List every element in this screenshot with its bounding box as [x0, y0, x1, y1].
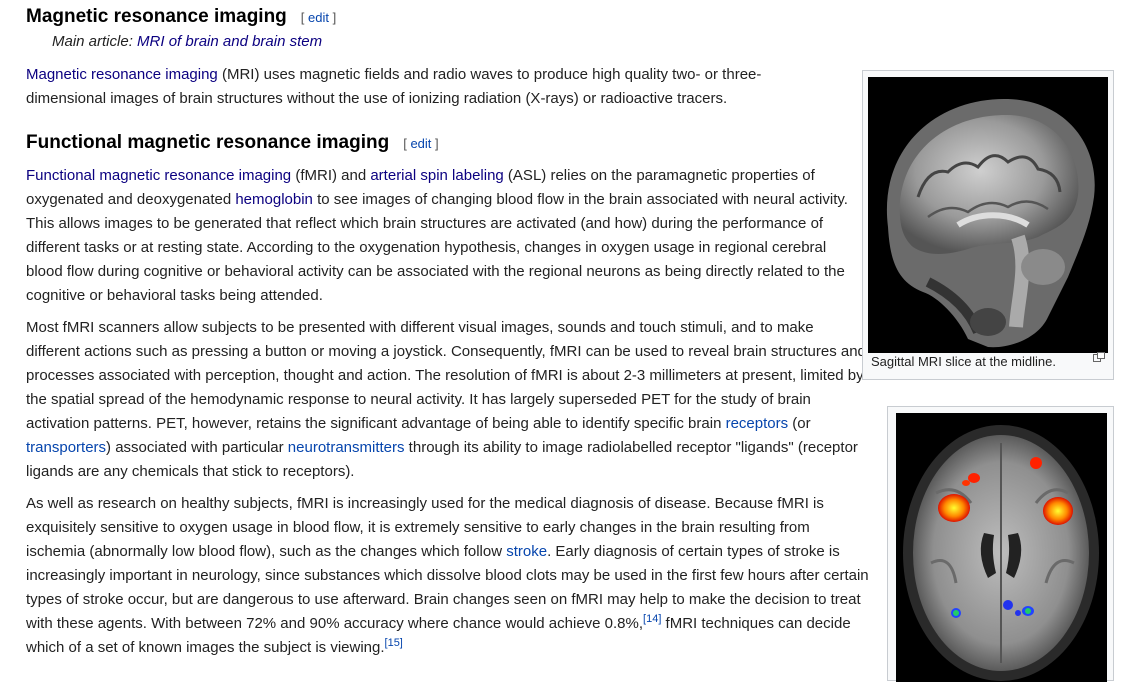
hatnote-link[interactable]: MRI of brain and brain stem [137, 33, 322, 50]
sagittal-mri-illustration [868, 77, 1108, 353]
fmri-paragraph-3: As well as research on healthy subjects,… [26, 495, 869, 656]
figure-caption: Sagittal MRI slice at the midline. [871, 354, 1056, 369]
hatnote: Main article: MRI of brain and brain ste… [52, 33, 323, 50]
section-heading-fmri: Functional magnetic resonance imaging [ e… [26, 131, 439, 156]
section-heading-mri: Magnetic resonance imaging [ edit ] [26, 5, 336, 30]
reference-14[interactable]: [14] [643, 613, 661, 625]
receptors-link[interactable]: receptors [726, 415, 789, 432]
fmri-link[interactable]: Functional magnetic resonance imaging [26, 167, 291, 184]
hemoglobin-link[interactable]: hemoglobin [235, 191, 313, 208]
mri-link[interactable]: Magnetic resonance imaging [26, 66, 218, 83]
edit-link[interactable]: edit [308, 10, 329, 25]
reference-15[interactable]: [15] [385, 637, 403, 649]
fmri-paragraph-1: Functional magnetic resonance imaging (f… [26, 167, 848, 304]
edit-section-link[interactable]: [ edit ] [301, 10, 336, 25]
heading-text: Magnetic resonance imaging [26, 6, 287, 27]
fmri-activation-image[interactable] [896, 413, 1107, 682]
stroke-link[interactable]: stroke [506, 543, 547, 560]
heading-text: Functional magnetic resonance imaging [26, 132, 390, 153]
fmri-axial-illustration [896, 413, 1107, 682]
edit-section-link[interactable]: [ edit ] [403, 136, 438, 151]
figure-sagittal-mri: Sagittal MRI slice at the midline. [862, 70, 1114, 380]
sagittal-mri-image[interactable] [868, 77, 1108, 353]
figure-fmri-activation [887, 406, 1114, 682]
neurotransmitters-link[interactable]: neurotransmitters [288, 439, 405, 456]
enlarge-icon[interactable] [1093, 352, 1105, 362]
mri-paragraph: Magnetic resonance imaging (MRI) uses ma… [26, 66, 762, 107]
fmri-paragraph-2: Most fMRI scanners allow subjects to be … [26, 319, 866, 480]
edit-link[interactable]: edit [410, 136, 431, 151]
asl-link[interactable]: arterial spin labeling [370, 167, 503, 184]
transporters-link[interactable]: transporters [26, 439, 106, 456]
